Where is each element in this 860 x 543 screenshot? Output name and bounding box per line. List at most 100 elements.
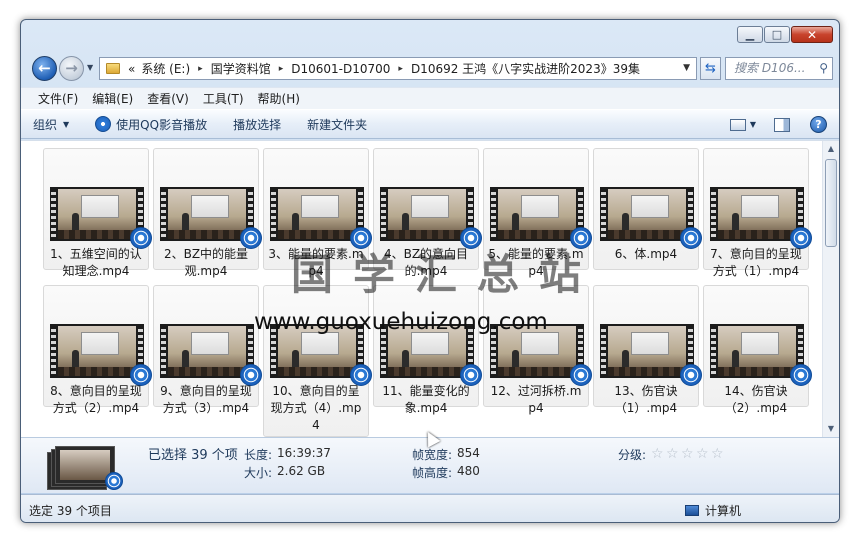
maximize-button[interactable]: □ xyxy=(764,26,790,43)
breadcrumb-overflow[interactable]: « xyxy=(128,62,135,76)
address-dropdown-icon[interactable]: ▼ xyxy=(683,63,690,73)
caption-buttons: ▁ □ ✕ xyxy=(736,26,833,43)
length-value: 16:39:37 xyxy=(277,446,331,460)
breadcrumb-separator-icon[interactable]: ▸ xyxy=(398,64,403,74)
minimize-button[interactable]: ▁ xyxy=(737,26,763,43)
file-name: 12、过河拆桥.mp4 xyxy=(490,384,582,415)
breadcrumb-current[interactable]: D10692 王鸿《八字实战进阶2023》39集 xyxy=(411,60,640,77)
command-bar: 组织 ▼ 使用QQ影音播放 播放选择 新建文件夹 ▼ ? xyxy=(21,109,839,139)
qq-player-icon xyxy=(105,472,123,490)
file-list: 1、五维空间的认知理念.mp4 2、BZ中的能量观.mp4 3、能量的要素.mp4 4… xyxy=(21,140,839,437)
file-item[interactable]: 12、过河拆桥.mp4 xyxy=(483,285,592,415)
menu-view[interactable]: 查看(V) xyxy=(147,90,189,107)
file-item[interactable]: 5、能量的要素.mp4 xyxy=(483,148,592,278)
recent-pages-dropdown[interactable]: ▼ xyxy=(87,63,93,72)
minimize-icon: ▁ xyxy=(745,28,755,41)
file-name: 3、能量的要素.mp4 xyxy=(268,247,364,278)
file-name: 9、意向目的呈现方式（3）.mp4 xyxy=(160,384,252,415)
file-name: 11、能量变化的象.mp4 xyxy=(382,384,470,415)
play-with-qq-label: 使用QQ影音播放 xyxy=(116,117,208,132)
menu-tools[interactable]: 工具(T) xyxy=(203,90,244,107)
file-item[interactable]: 11、能量变化的象.mp4 xyxy=(373,285,482,415)
breadcrumb-drive[interactable]: 系统 (E:) xyxy=(141,60,190,77)
help-icon[interactable]: ? xyxy=(810,116,827,133)
file-item[interactable]: 10、意向目的呈现方式（4）.mp4 xyxy=(263,285,372,437)
new-folder-label: 新建文件夹 xyxy=(307,117,368,132)
frame-height-value: 480 xyxy=(457,464,480,478)
file-name: 14、伤官诀（2）.mp4 xyxy=(724,384,788,415)
organize-label: 组织 xyxy=(33,117,58,132)
breadcrumb-range[interactable]: D10601-D10700 xyxy=(291,62,390,76)
file-item[interactable]: 2、BZ中的能量观.mp4 xyxy=(153,148,262,278)
breadcrumb-separator-icon[interactable]: ▸ xyxy=(198,64,203,74)
vertical-scrollbar[interactable]: ▲ ▼ xyxy=(822,141,839,437)
file-name: 5、能量的要素.mp4 xyxy=(488,247,584,278)
refresh-button[interactable]: ⇆ xyxy=(700,57,721,80)
frame-height-label: 帧高度: xyxy=(412,466,453,480)
length-label: 长度: xyxy=(244,448,273,462)
scroll-down-icon[interactable]: ▼ xyxy=(823,421,839,437)
play-selection-button[interactable]: 播放选择 xyxy=(233,116,281,133)
file-name: 4、BZ的意向目的.mp4 xyxy=(383,247,469,278)
file-item[interactable]: 8、意向目的呈现方式（2）.mp4 xyxy=(43,285,152,415)
refresh-icon: ⇆ xyxy=(705,61,716,76)
file-item[interactable]: 14、伤官诀（2）.mp4 xyxy=(703,285,812,415)
scroll-thumb[interactable] xyxy=(825,159,837,247)
view-dropdown-icon[interactable]: ▼ xyxy=(750,120,756,129)
view-mode-icon[interactable] xyxy=(729,118,746,131)
file-item[interactable]: 7、意向目的呈现方式（1）.mp4 xyxy=(703,148,812,278)
file-name: 13、伤官诀（1）.mp4 xyxy=(614,384,678,415)
file-name: 2、BZ中的能量观.mp4 xyxy=(163,247,249,278)
preview-pane-icon[interactable] xyxy=(774,117,790,132)
back-arrow-icon: ← xyxy=(38,59,51,77)
search-icon[interactable]: ⚲ xyxy=(819,58,828,79)
file-name: 6、体.mp4 xyxy=(614,247,678,261)
file-item[interactable]: 3、能量的要素.mp4 xyxy=(263,148,372,278)
menu-bar: 文件(F) 编辑(E) 查看(V) 工具(T) 帮助(H) xyxy=(21,87,839,109)
forward-arrow-icon: → xyxy=(65,59,78,77)
star-icon[interactable]: ☆ xyxy=(696,447,710,461)
close-button[interactable]: ✕ xyxy=(791,26,833,43)
file-name: 8、意向目的呈现方式（2）.mp4 xyxy=(50,384,142,415)
menu-file[interactable]: 文件(F) xyxy=(38,90,78,107)
address-row: ← → ▼ « 系统 (E:) ▸ 国学资料馆 ▸ D10601-D10700 … xyxy=(29,54,833,82)
frame-width-label: 帧宽度: xyxy=(412,448,453,462)
computer-icon xyxy=(685,505,699,516)
star-icon[interactable]: ☆ xyxy=(651,447,665,461)
explorer-window: ▁ □ ✕ ← → ▼ « 系统 (E:) ▸ 国学资料馆 ▸ D10601-D… xyxy=(20,19,840,523)
menu-help[interactable]: 帮助(H) xyxy=(258,90,300,107)
scroll-up-icon[interactable]: ▲ xyxy=(823,141,839,157)
search-input[interactable]: 搜索 D106... ⚲ xyxy=(725,57,833,80)
breadcrumb-library[interactable]: 国学资料馆 xyxy=(211,60,271,77)
menu-edit[interactable]: 编辑(E) xyxy=(92,90,133,107)
file-item[interactable]: 9、意向目的呈现方式（3）.mp4 xyxy=(153,285,262,415)
status-location-label: 计算机 xyxy=(705,504,742,518)
chevron-down-icon: ▼ xyxy=(63,119,70,129)
file-item[interactable]: 6、体.mp4 xyxy=(593,148,702,270)
status-selection: 选定 39 个项目 xyxy=(29,504,112,518)
play-selection-label: 播放选择 xyxy=(233,117,282,132)
qq-player-icon xyxy=(95,116,112,132)
rating-stars[interactable]: ☆ ☆ ☆ ☆ ☆ xyxy=(651,447,726,461)
selection-count: 已选择 39 个项 xyxy=(148,448,238,463)
file-item[interactable]: 13、伤官诀（1）.mp4 xyxy=(593,285,702,415)
new-folder-button[interactable]: 新建文件夹 xyxy=(307,116,367,133)
file-item[interactable]: 1、五维空间的认知理念.mp4 xyxy=(43,148,152,278)
file-name: 1、五维空间的认知理念.mp4 xyxy=(50,247,142,278)
view-controls: ▼ ? xyxy=(729,116,827,133)
star-icon[interactable]: ☆ xyxy=(711,447,725,461)
status-bar: 选定 39 个项目 计算机 xyxy=(21,494,839,522)
size-value: 2.62 GB xyxy=(277,464,326,478)
forward-button[interactable]: → xyxy=(59,56,84,81)
star-icon[interactable]: ☆ xyxy=(666,447,680,461)
back-button[interactable]: ← xyxy=(32,56,57,81)
play-with-qq-button[interactable]: 使用QQ影音播放 xyxy=(95,116,207,133)
file-item[interactable]: 4、BZ的意向目的.mp4 xyxy=(373,148,482,278)
breadcrumb-separator-icon[interactable]: ▸ xyxy=(279,64,284,74)
maximize-icon: □ xyxy=(771,28,783,41)
selection-thumbnail xyxy=(47,446,123,490)
organize-button[interactable]: 组织 ▼ xyxy=(33,116,69,133)
star-icon[interactable]: ☆ xyxy=(681,447,695,461)
file-name: 10、意向目的呈现方式（4）.mp4 xyxy=(270,384,362,432)
address-bar[interactable]: « 系统 (E:) ▸ 国学资料馆 ▸ D10601-D10700 ▸ D106… xyxy=(99,57,697,80)
